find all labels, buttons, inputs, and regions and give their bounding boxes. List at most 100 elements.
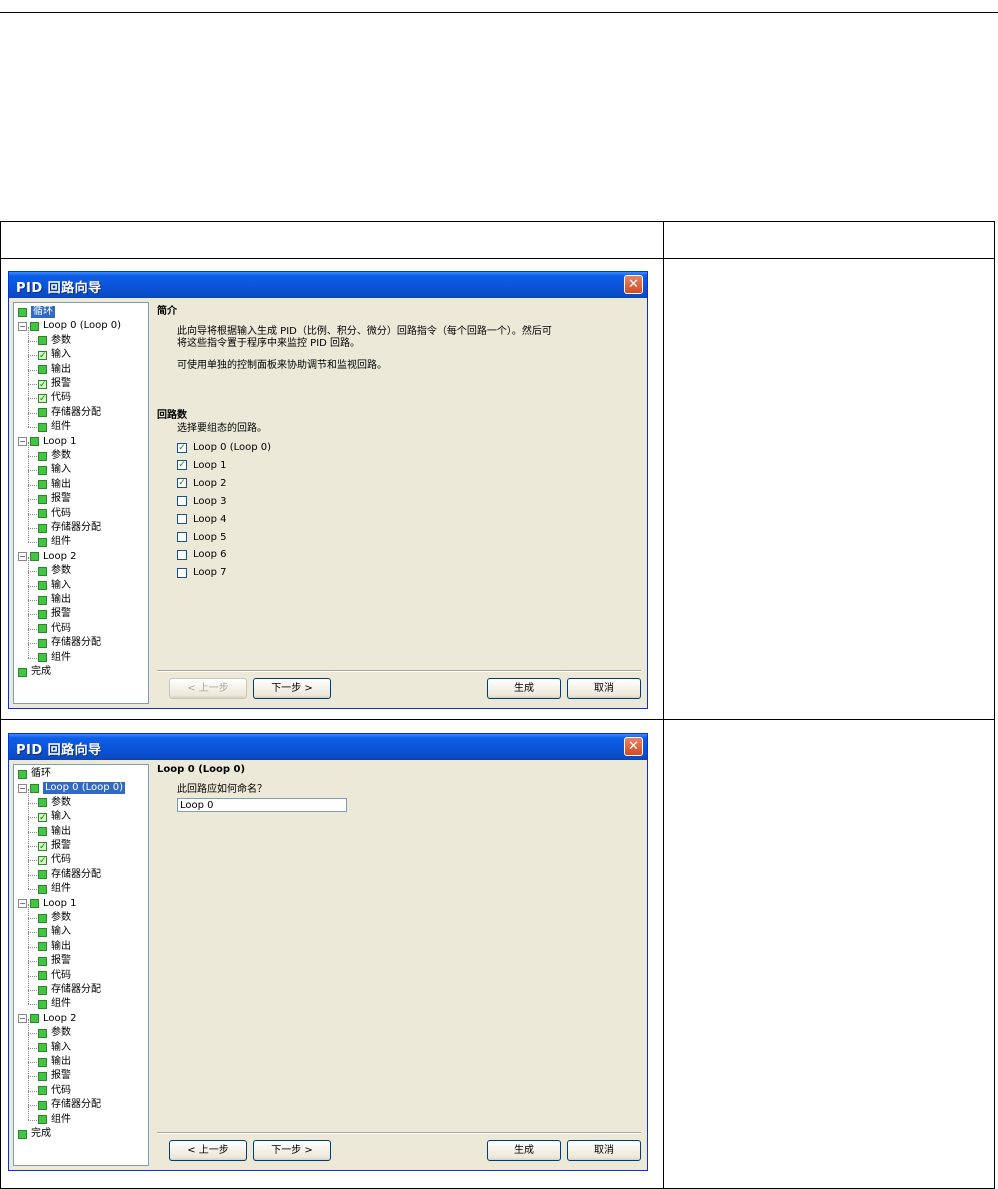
tree-item[interactable]: 输出 [28, 586, 71, 606]
tree-item[interactable]: ✓ 报警 [28, 832, 71, 852]
close-button[interactable]: ✕ [624, 737, 643, 756]
checkbox-checked-icon[interactable]: ✓ [177, 460, 187, 471]
loop-checkbox-row[interactable]: Loop 3 [177, 496, 227, 507]
tree-item[interactable]: 组件 [28, 990, 71, 1010]
tree-item[interactable]: 报警 [28, 600, 71, 620]
tree-item[interactable]: 存储器分配 [28, 398, 101, 419]
tree-item[interactable]: 代码 [28, 1076, 71, 1097]
tree-item[interactable]: 参数 [28, 904, 71, 924]
checked-node-icon: ✓ [38, 393, 47, 404]
tree-item[interactable]: 存储器分配 [28, 629, 101, 649]
tree-connector [28, 484, 37, 486]
tree-item[interactable]: 报警 [28, 1062, 71, 1082]
tree-item[interactable]: − Loop 1 [18, 436, 77, 448]
tree-item[interactable]: ✓ 输入 [28, 803, 71, 823]
tree-item[interactable]: 输出 [28, 355, 71, 376]
tree-item[interactable]: 输出 [28, 1048, 71, 1068]
collapse-toggle-icon[interactable]: − [18, 783, 27, 793]
wizard-nav-tree[interactable]: 循环 − Loop 0 (Loop 0) 参数 ✓ 输入 输出 ✓ 报警 ✓ 代码 存储器分配 组件 − L… [13, 302, 149, 704]
wizard-nav-tree[interactable]: 循环 − Loop 0 (Loop 0) 参数 ✓ 输入 输出 ✓ 报警 ✓ 代码 存储器分配 组件 − L… [13, 764, 149, 1166]
tree-item[interactable]: 存储器分配 [28, 514, 101, 534]
loop-checkbox-row[interactable]: ✓ Loop 1 [177, 460, 227, 471]
collapse-toggle-icon[interactable]: − [18, 321, 27, 331]
tree-item[interactable]: 参数 [28, 1019, 71, 1039]
tree-item[interactable]: − Loop 1 [18, 898, 77, 910]
tree-item[interactable]: − Loop 0 (Loop 0) [18, 320, 121, 332]
checkbox-empty-icon[interactable] [177, 496, 187, 507]
tree-item[interactable]: 存储器分配 [28, 860, 101, 881]
tree-item[interactable]: 存储器分配 [28, 1091, 101, 1111]
loop-count-prompt: 选择要组态的回路。 [177, 423, 267, 434]
tree-item[interactable]: − Loop 2 [18, 551, 77, 563]
tree-item[interactable]: ✓ 代码 [28, 384, 71, 404]
tree-item[interactable]: 完成 [18, 666, 51, 678]
collapse-toggle-icon[interactable]: − [18, 552, 27, 562]
tree-item[interactable]: 存储器分配 [28, 976, 101, 996]
loop-checkbox-row[interactable]: Loop 7 [177, 567, 227, 578]
checkbox-checked-icon[interactable]: ✓ [177, 442, 187, 453]
collapse-toggle-icon[interactable]: − [18, 437, 27, 447]
tree-item[interactable]: 组件 [28, 643, 71, 664]
tree-item[interactable]: 代码 [28, 499, 71, 520]
tree-item[interactable]: 输入 [28, 1033, 71, 1054]
button-separator [157, 1132, 641, 1134]
tree-item[interactable]: − Loop 0 (Loop 0) [18, 782, 126, 795]
generate-button[interactable]: 生成 [487, 678, 561, 699]
tree-connector [28, 1004, 37, 1006]
checkbox-empty-icon[interactable] [177, 514, 187, 525]
close-button[interactable]: ✕ [624, 275, 643, 294]
tree-item[interactable]: 参数 [28, 557, 71, 577]
tree-item[interactable]: 报警 [28, 947, 71, 967]
checkbox-empty-icon[interactable] [177, 549, 187, 560]
generate-button[interactable]: 生成 [487, 1140, 561, 1161]
tree-item-label: Loop 1 [43, 897, 77, 909]
loop-checkbox-row[interactable]: ✓ Loop 2 [177, 478, 227, 489]
tree-item[interactable]: 参数 [28, 788, 71, 809]
window-titlebar[interactable]: PID 回路向导 ✕ [9, 734, 647, 760]
tree-item[interactable]: ✓ 代码 [28, 846, 71, 866]
tree-item[interactable]: 参数 [28, 442, 71, 462]
prev-button[interactable]: < 上一步 [169, 1140, 247, 1161]
cancel-button[interactable]: 取消 [567, 1140, 641, 1161]
node-icon [38, 1071, 47, 1081]
checkbox-empty-icon[interactable] [177, 532, 187, 542]
tree-item[interactable]: 组件 [28, 875, 71, 895]
loop-checkbox-row[interactable]: Loop 6 [177, 549, 227, 560]
tree-item[interactable]: 输出 [28, 470, 71, 491]
tree-item[interactable]: 代码 [28, 614, 71, 635]
tree-item[interactable]: 输出 [28, 817, 71, 838]
checkbox-checked-icon[interactable]: ✓ [177, 478, 187, 489]
loop-checkbox-row[interactable]: Loop 5 [177, 532, 227, 543]
checkbox-empty-icon[interactable] [177, 567, 187, 578]
tree-item[interactable]: 循环 [18, 768, 51, 780]
tree-item[interactable]: 输入 [28, 918, 71, 938]
next-button[interactable]: 下一步 > [253, 1140, 331, 1161]
tree-item[interactable]: 参数 [28, 326, 71, 347]
tree-item[interactable]: 输入 [28, 571, 71, 592]
collapse-toggle-icon[interactable]: − [18, 1014, 27, 1024]
tree-connector [28, 1062, 37, 1063]
tree-item[interactable]: ✓ 报警 [28, 370, 71, 390]
tree-item[interactable]: 组件 [28, 413, 71, 433]
tree-item[interactable]: 输出 [28, 932, 71, 953]
tree-item-label: 输出 [51, 1056, 71, 1067]
tree-item[interactable]: 输入 [28, 456, 71, 476]
tree-item[interactable]: 代码 [28, 961, 71, 982]
tree-item[interactable]: 报警 [28, 485, 71, 505]
cancel-button[interactable]: 取消 [567, 678, 641, 699]
loop-checkbox-row[interactable]: ✓ Loop 0 (Loop 0) [177, 442, 271, 453]
tree-item[interactable]: 完成 [18, 1128, 51, 1140]
tree-item[interactable]: 组件 [28, 1105, 71, 1126]
tree-item[interactable]: 组件 [28, 528, 71, 548]
tree-item[interactable]: − Loop 2 [18, 1013, 77, 1025]
collapse-toggle-icon[interactable]: − [18, 899, 27, 909]
tree-item[interactable]: 循环 [18, 306, 55, 318]
prev-button[interactable]: < 上一步 [169, 678, 247, 699]
tree-item[interactable]: ✓ 输入 [28, 341, 71, 361]
loop-checkbox-row[interactable]: Loop 4 [177, 514, 227, 525]
loop-name-input[interactable] [177, 798, 347, 812]
node-icon [38, 480, 47, 490]
node-icon [38, 494, 47, 504]
next-button[interactable]: 下一步 > [253, 678, 331, 699]
window-titlebar[interactable]: PID 回路向导 ✕ [9, 272, 647, 298]
